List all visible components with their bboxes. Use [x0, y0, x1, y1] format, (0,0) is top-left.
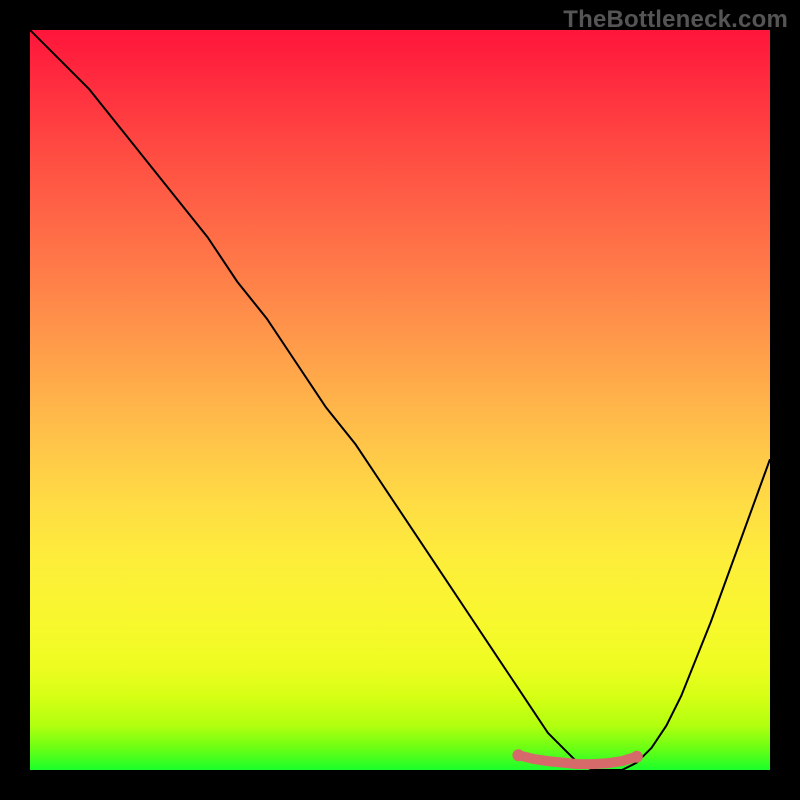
curve-overlay [30, 30, 770, 770]
highlight-segment [518, 755, 636, 764]
highlight-dot-right [631, 751, 643, 763]
chart-frame: TheBottleneck.com [0, 0, 800, 800]
plot-area [30, 30, 770, 770]
watermark-text: TheBottleneck.com [563, 6, 788, 34]
bottleneck-curve [30, 30, 770, 770]
highlight-dot-left [512, 749, 524, 761]
